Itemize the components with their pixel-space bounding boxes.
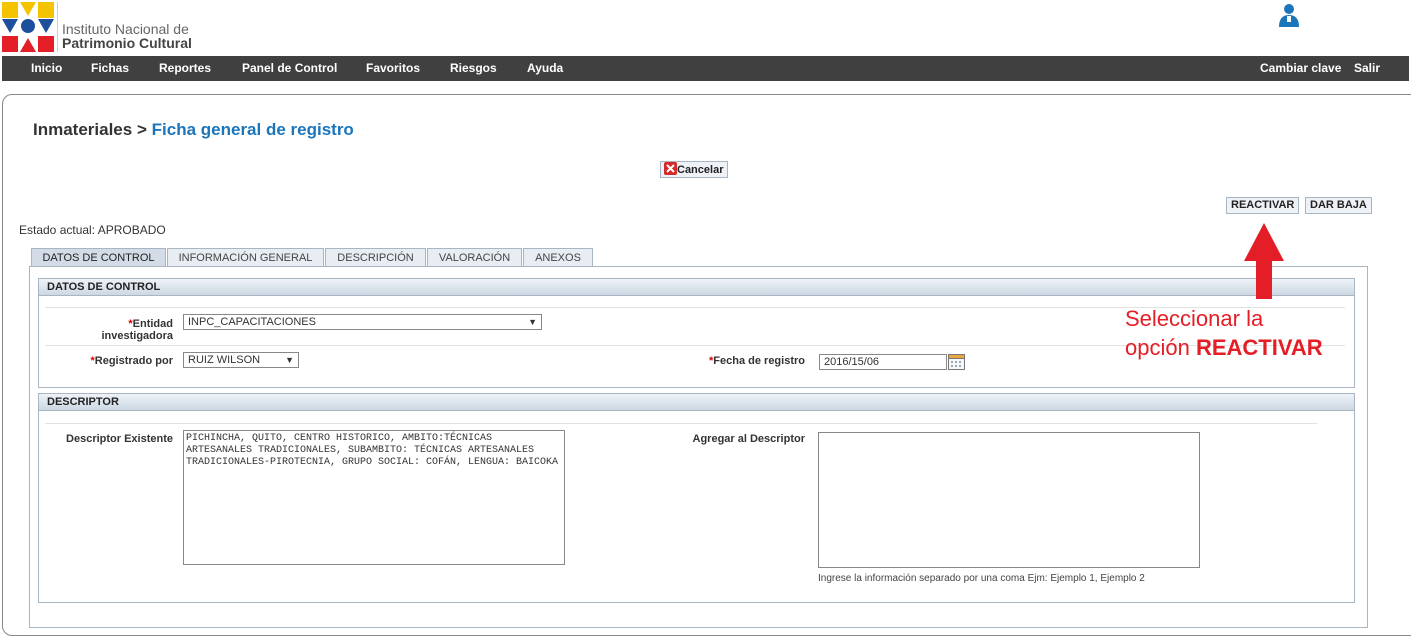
breadcrumb-current: Ficha general de registro: [151, 120, 354, 139]
annotation-line2: opción REACTIVAR: [1125, 335, 1323, 360]
entidad-value: INPC_CAPACITACIONES: [188, 316, 316, 328]
dropdown-arrow-icon: ▼: [528, 317, 537, 327]
institution-line1: Instituto Nacional de: [62, 21, 189, 37]
agregar-descriptor-label: Agregar al Descriptor: [692, 433, 805, 445]
agregar-descriptor-textarea[interactable]: [818, 432, 1200, 568]
menu-favoritos[interactable]: Favoritos: [366, 56, 420, 81]
tab-informacion-general[interactable]: INFORMACIÓN GENERAL: [167, 248, 324, 267]
cancel-button[interactable]: Cancelar: [660, 161, 729, 178]
menu-salir[interactable]: Salir: [1354, 56, 1380, 81]
current-status: Estado actual: APROBADO: [19, 223, 166, 237]
fecha-input[interactable]: 2016/15/06: [819, 354, 947, 370]
descriptor-existente-textarea[interactable]: PICHINCHA, QUITO, CENTRO HISTORICO, AMBI…: [183, 430, 565, 565]
descriptor-title: DESCRIPTOR: [39, 394, 1354, 411]
menu-ayuda[interactable]: Ayuda: [527, 56, 563, 81]
institution-name: Instituto Nacional de Patrimonio Cultura…: [57, 2, 192, 52]
menu-cambiar-clave[interactable]: Cambiar clave: [1260, 56, 1341, 81]
registrado-select[interactable]: RUIZ WILSON ▼: [183, 352, 299, 368]
tab-anexos[interactable]: ANEXOS: [523, 248, 593, 267]
divider: [45, 423, 1317, 424]
menu-riesgos[interactable]: Riesgos: [450, 56, 497, 81]
entidad-select[interactable]: INPC_CAPACITACIONES ▼: [183, 314, 542, 330]
arrow-up-icon: [1244, 223, 1284, 299]
fecha-value: 2016/15/06: [824, 356, 880, 368]
cancel-button-label: Cancelar: [677, 164, 724, 176]
institution-line2: Patrimonio Cultural: [62, 35, 192, 51]
annotation-line1: Seleccionar la: [1125, 306, 1264, 331]
descriptor-help-text: Ingrese la información separado por una …: [818, 573, 1145, 584]
tab-descripcion[interactable]: DESCRIPCIÓN: [325, 248, 426, 267]
annotation-text: Seleccionar la opción REACTIVAR: [1125, 304, 1323, 362]
main-menubar: Inicio Fichas Reportes Panel de Control …: [2, 56, 1409, 81]
entidad-label: *Entidad investigadora: [101, 318, 173, 342]
breadcrumb-parent[interactable]: Inmateriales: [33, 120, 132, 139]
tab-datos-de-control[interactable]: DATOS DE CONTROL: [31, 248, 166, 268]
registrado-label: *Registrado por: [90, 355, 173, 367]
breadcrumb: Inmateriales > Ficha general de registro: [33, 120, 354, 140]
tab-valoracion[interactable]: VALORACIÓN: [427, 248, 522, 267]
menu-panel-de-control[interactable]: Panel de Control: [242, 56, 337, 81]
menu-reportes[interactable]: Reportes: [159, 56, 211, 81]
reactivate-button[interactable]: REACTIVAR: [1226, 197, 1300, 214]
menu-inicio[interactable]: Inicio: [31, 56, 62, 81]
descriptor-existente-label: Descriptor Existente: [66, 433, 173, 445]
calendar-icon[interactable]: [948, 353, 965, 370]
datos-control-title: DATOS DE CONTROL: [39, 279, 1354, 296]
dar-baja-button[interactable]: DAR BAJA: [1305, 197, 1372, 214]
inpc-logo-icon: [2, 2, 54, 52]
registrado-value: RUIZ WILSON: [188, 354, 261, 366]
cancel-icon: [664, 162, 677, 175]
menu-fichas[interactable]: Fichas: [91, 56, 129, 81]
user-icon[interactable]: [1276, 2, 1302, 28]
fecha-label: *Fecha de registro: [709, 355, 805, 367]
dropdown-arrow-icon: ▼: [285, 355, 294, 365]
breadcrumb-separator: >: [136, 120, 147, 139]
